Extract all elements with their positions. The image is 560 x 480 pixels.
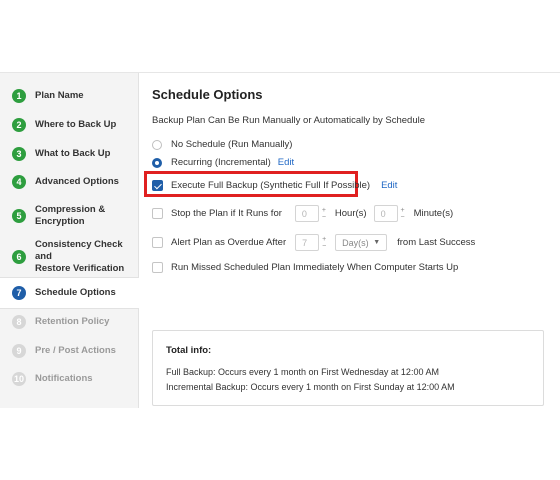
alert-overdue-option: Alert Plan as Overdue After 7 + − Day(s) …: [152, 234, 475, 251]
step-number-7: 7: [12, 286, 26, 300]
sidebar-item-pre-post-actions[interactable]: 9 Pre / Post Actions: [0, 343, 138, 359]
sidebar-item-label: Consistency Check and Restore Verificatio…: [35, 239, 125, 274]
sidebar-item-where-to-back-up[interactable]: 2 Where to Back Up: [0, 117, 138, 133]
hours-label: Hour(s): [334, 208, 367, 219]
stop-minutes-input[interactable]: 0: [373, 205, 398, 222]
sidebar-item-label: Advanced Options: [35, 176, 119, 187]
no-schedule-label: No Schedule (Run Manually): [171, 139, 293, 150]
stop-hours-input[interactable]: 0: [294, 205, 319, 222]
recurring-edit-link[interactable]: Edit: [278, 157, 294, 168]
stop-plan-checkbox[interactable]: [152, 208, 163, 219]
alert-unit-select[interactable]: Day(s) ▼: [335, 234, 388, 251]
sidebar-item-notifications[interactable]: 10 Notifications: [0, 371, 138, 387]
recurring-radio[interactable]: [152, 157, 162, 168]
full-backup-edit-link[interactable]: Edit: [381, 180, 397, 191]
minutes-stepper[interactable]: + −: [398, 205, 408, 222]
chevron-down-icon: ▼: [373, 239, 381, 246]
alert-suffix-label: from Last Success: [397, 237, 476, 248]
sidebar-item-what-to-back-up[interactable]: 3 What to Back Up: [0, 146, 138, 162]
total-info-heading: Total info:: [166, 345, 212, 356]
total-info-incremental: Incremental Backup: Occurs every 1 month…: [166, 382, 455, 392]
full-backup-label: Execute Full Backup (Synthetic Full If P…: [171, 180, 371, 191]
sidebar-item-label: Plan Name: [35, 90, 84, 101]
stop-plan-label: Stop the Plan if It Runs for: [171, 208, 282, 219]
sidebar-item-label: Notifications: [35, 373, 93, 384]
stop-plan-option: Stop the Plan if It Runs for 0 + − Hour(s…: [152, 205, 453, 222]
run-missed-checkbox[interactable]: [152, 262, 163, 273]
sidebar-item-label: Retention Policy: [35, 316, 110, 327]
alert-unit-value: Day(s): [342, 237, 369, 248]
full-backup-option[interactable]: Execute Full Backup (Synthetic Full If P…: [152, 180, 397, 191]
wizard-sidebar: 1 Plan Name 2 Where to Back Up 3 What to…: [0, 73, 139, 408]
step-number-10: 10: [12, 372, 26, 386]
alert-overdue-label: Alert Plan as Overdue After: [171, 237, 287, 248]
sidebar-item-retention-policy[interactable]: 8 Retention Policy: [0, 314, 138, 330]
total-info-full: Full Backup: Occurs every 1 month on Fir…: [166, 367, 439, 377]
sidebar-item-plan-name[interactable]: 1 Plan Name: [0, 88, 138, 104]
sidebar-item-advanced-options[interactable]: 4 Advanced Options: [0, 174, 138, 190]
sidebar-item-schedule-options[interactable]: 7 Schedule Options: [0, 277, 139, 309]
total-info-panel: Total info: Full Backup: Occurs every 1 …: [152, 330, 544, 406]
page-title: Schedule Options: [152, 87, 263, 102]
sidebar-item-label: Where to Back Up: [35, 119, 117, 130]
step-number-9: 9: [12, 344, 26, 358]
step-number-4: 4: [12, 175, 26, 189]
alert-overdue-checkbox[interactable]: [152, 237, 163, 248]
sidebar-item-label: Schedule Options: [35, 287, 116, 298]
sidebar-item-consistency-check[interactable]: 6 Consistency Check and Restore Verificat…: [0, 239, 138, 274]
step-number-8: 8: [12, 315, 26, 329]
recurring-option[interactable]: Recurring (Incremental) Edit: [152, 157, 294, 168]
sidebar-item-compression-encryption[interactable]: 5 Compression & Encryption: [0, 203, 138, 229]
alert-stepper[interactable]: + −: [319, 234, 329, 251]
sidebar-item-label: Pre / Post Actions: [35, 345, 116, 356]
sidebar-item-label: Compression & Encryption: [35, 204, 106, 227]
sidebar-item-label: What to Back Up: [35, 148, 111, 159]
recurring-label: Recurring (Incremental): [171, 157, 271, 168]
page-subtitle: Backup Plan Can Be Run Manually or Autom…: [152, 115, 426, 126]
step-number-2: 2: [12, 118, 26, 132]
alert-value-input[interactable]: 7: [295, 234, 320, 251]
step-number-1: 1: [12, 89, 26, 103]
minutes-label: Minute(s): [413, 208, 454, 219]
hours-stepper[interactable]: + −: [319, 205, 329, 222]
run-missed-label: Run Missed Scheduled Plan Immediately Wh…: [171, 262, 459, 273]
no-schedule-radio[interactable]: [152, 139, 162, 150]
step-number-3: 3: [12, 147, 26, 161]
no-schedule-option[interactable]: No Schedule (Run Manually): [152, 139, 292, 150]
step-number-5: 5: [12, 209, 26, 223]
step-number-6: 6: [12, 250, 26, 264]
run-missed-option[interactable]: Run Missed Scheduled Plan Immediately Wh…: [152, 262, 458, 273]
full-backup-checkbox[interactable]: [152, 180, 163, 191]
